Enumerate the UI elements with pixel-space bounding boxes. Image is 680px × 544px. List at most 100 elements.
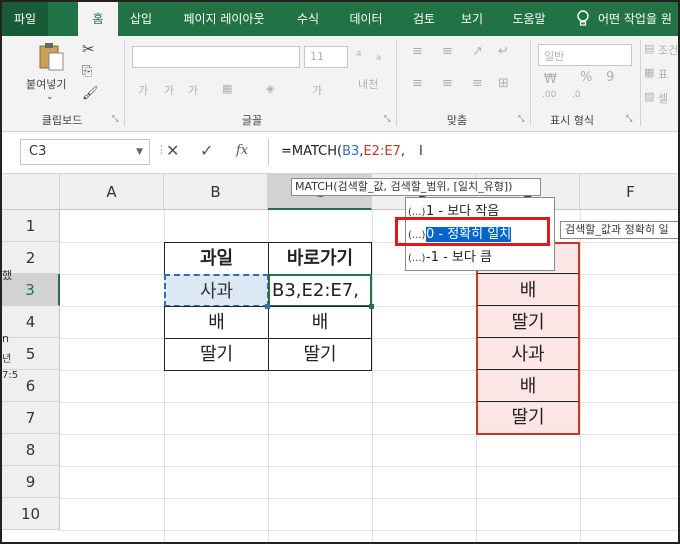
cell-e6[interactable]: 배 [478, 371, 578, 402]
clipped-text: n [2, 332, 9, 345]
gridline [60, 402, 678, 403]
dialog-launcher-icon[interactable]: ⤡ [518, 114, 524, 124]
tab-data[interactable]: 데이터 [340, 2, 392, 36]
tell-me-search[interactable]: 어떤 작업을 원 [598, 2, 678, 36]
cell-e7[interactable]: 딸기 [478, 403, 578, 433]
formula-input[interactable]: =MATCH(B3,E2:E7, I [268, 139, 678, 165]
paste-label[interactable]: 붙여넣기 [26, 76, 66, 92]
formula-arg-range: E2:E7 [363, 144, 401, 159]
name-box-value: C3 [29, 144, 47, 159]
gridline [60, 434, 678, 435]
underline-icon[interactable]: 가 [188, 82, 198, 98]
row-header-7[interactable]: 7 [2, 402, 60, 434]
row-header-10[interactable]: 10 [2, 498, 60, 530]
column-header-b[interactable]: B [164, 174, 268, 210]
formula-controls: ⋮ ✕ ✓ fx [154, 139, 266, 165]
currency-icon[interactable]: ₩ [544, 72, 557, 87]
argument-icon: (...) [408, 253, 426, 264]
text-cursor-icon: I [418, 144, 423, 159]
autocomplete-description: 검색할_값과 정확히 일 [560, 221, 678, 239]
row-header-9[interactable]: 9 [2, 466, 60, 498]
align-middle-icon[interactable]: ≡ [442, 44, 453, 59]
cell-c5[interactable]: 딸기 [268, 338, 372, 371]
cell-e3[interactable]: 배 [478, 275, 578, 306]
cell-styles-label[interactable]: 셀 [658, 90, 668, 106]
divider [640, 40, 641, 126]
cell-b4[interactable]: 배 [164, 306, 269, 339]
cell-c4[interactable]: 배 [268, 306, 372, 339]
orientation-icon[interactable]: ↗ [472, 44, 483, 59]
align-left-icon[interactable]: ≡ [412, 76, 423, 91]
column-header-f[interactable]: F [580, 174, 678, 210]
tab-page-layout[interactable]: 페이지 레이아웃 [172, 2, 276, 36]
format-painter-icon[interactable]: 🖌 [82, 86, 99, 101]
cell-c2[interactable]: 바로가기 [268, 242, 372, 275]
lightbulb-icon[interactable] [572, 2, 594, 36]
dialog-launcher-icon[interactable]: ⤡ [626, 114, 632, 124]
gridline [60, 530, 678, 531]
alignment-group-label: 맞춤 [446, 114, 468, 127]
fill-handle[interactable] [369, 304, 374, 309]
autocomplete-item[interactable]: (...)-1 - 보다 큼 [408, 246, 554, 269]
cell-styles-icon[interactable]: ▧ [644, 90, 654, 103]
tab-insert[interactable]: 삽입 [120, 2, 162, 36]
tab-review[interactable]: 검토 [402, 2, 446, 36]
format-as-table-label[interactable]: 표 [658, 66, 668, 82]
chevron-down-icon[interactable]: ▼ [136, 140, 143, 164]
select-all-corner[interactable] [2, 174, 60, 210]
tab-home[interactable]: 홈 [78, 2, 118, 36]
chevron-down-icon[interactable]: ⌄ [46, 92, 54, 102]
cut-icon[interactable]: ✂ [82, 40, 95, 58]
insert-function-button[interactable]: fx [236, 143, 248, 158]
cell-b3[interactable]: 사과 [164, 274, 269, 307]
cell-e5[interactable]: 사과 [478, 339, 578, 370]
cell-e4[interactable]: 딸기 [478, 307, 578, 338]
percent-button[interactable]: % [580, 70, 592, 85]
divider [530, 40, 531, 126]
gridline [60, 466, 678, 467]
cancel-icon[interactable]: ✕ [166, 141, 179, 160]
paste-icon[interactable] [36, 42, 66, 72]
font-color-icon[interactable]: 가 [312, 82, 322, 98]
grow-font-icon[interactable]: ᵃ [356, 48, 361, 64]
row-header-4[interactable]: 4 [2, 306, 60, 338]
cell-b5[interactable]: 딸기 [164, 338, 269, 371]
border-icon[interactable]: ▦ [222, 82, 232, 95]
fill-handle[interactable] [265, 304, 270, 309]
formula-prefix: =MATCH( [281, 144, 343, 159]
conditional-format-icon[interactable]: ▤ [644, 42, 654, 55]
fill-color-icon[interactable]: ◈ [266, 82, 274, 95]
bold-button[interactable]: 가 [138, 82, 148, 98]
copy-icon[interactable]: ⎘ [82, 64, 92, 79]
wrap-text-icon[interactable]: ↵ [498, 44, 509, 59]
clipped-text: 7:5 [2, 370, 19, 381]
comma-button[interactable]: 9 [606, 70, 614, 85]
tab-view[interactable]: 보기 [450, 2, 494, 36]
merge-icon[interactable]: ⊞ [498, 76, 509, 91]
autocomplete-label: -1 - 보다 큼 [426, 250, 492, 265]
column-header-a[interactable]: A [60, 174, 164, 210]
row-header-1[interactable]: 1 [2, 210, 60, 242]
font-name-select[interactable] [132, 46, 300, 68]
cell-b2[interactable]: 과일 [164, 242, 269, 275]
dialog-launcher-icon[interactable]: ⤡ [112, 114, 118, 124]
dialog-launcher-icon[interactable]: ⤡ [384, 114, 390, 124]
shrink-font-icon[interactable]: ₐ [376, 48, 381, 64]
align-right-icon[interactable]: ≡ [472, 76, 483, 91]
tab-file[interactable]: 파일 [2, 2, 48, 36]
conditional-format-label[interactable]: 조건 [658, 42, 678, 58]
cell-c3[interactable]: B3,E2:E7, [268, 274, 372, 307]
italic-button[interactable]: 가 [164, 82, 174, 98]
row-header-8[interactable]: 8 [2, 434, 60, 466]
annotation-highlight-box [395, 217, 550, 246]
tab-formulas[interactable]: 수식 [286, 2, 330, 36]
tab-help[interactable]: 도움말 [502, 2, 556, 36]
decrease-decimal-icon[interactable]: .0 [572, 90, 581, 100]
phonetic-button[interactable]: 내천 [358, 76, 378, 92]
align-center-icon[interactable]: ≡ [442, 76, 453, 91]
format-as-table-icon[interactable]: ▦ [644, 66, 654, 79]
increase-decimal-icon[interactable]: .00 [542, 90, 556, 100]
enter-icon[interactable]: ✓ [200, 141, 213, 160]
name-box[interactable]: C3 ▼ [20, 139, 150, 165]
align-top-icon[interactable]: ≡ [412, 44, 423, 59]
